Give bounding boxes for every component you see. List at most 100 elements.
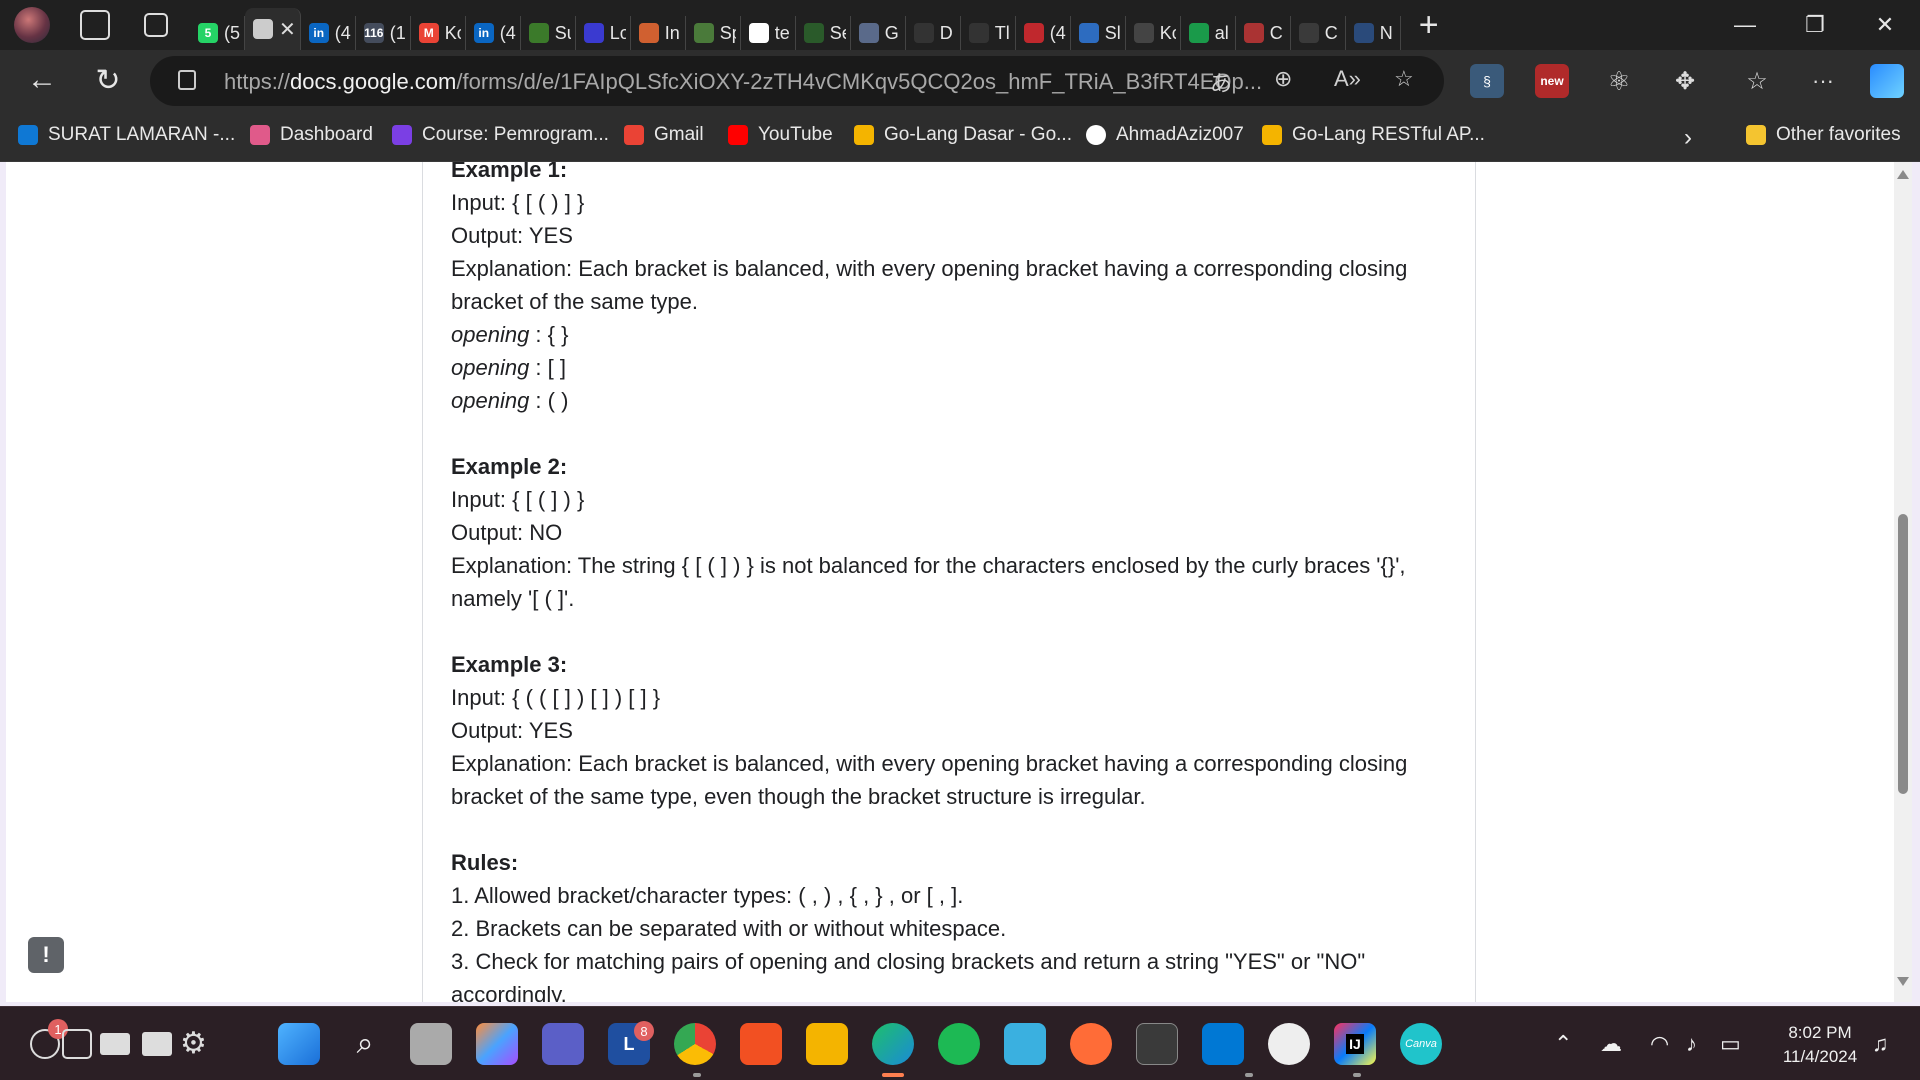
browser-tab[interactable]: N <box>1346 16 1401 50</box>
camera-icon[interactable] <box>62 1029 92 1059</box>
browser-tab[interactable]: al <box>1181 16 1236 50</box>
browser-tab[interactable]: Tl <box>961 16 1016 50</box>
restore-button[interactable]: ❐ <box>1780 0 1850 50</box>
file-explorer-icon[interactable] <box>806 1023 848 1065</box>
read-aloud-icon[interactable]: A» <box>1334 66 1361 92</box>
browser-tab[interactable]: Sl <box>1071 16 1126 50</box>
address-bar[interactable]: https://docs.google.com/forms/d/e/1FAIpQ… <box>150 56 1444 106</box>
extension-new-icon[interactable]: new <box>1535 64 1569 98</box>
favorite-dashboard[interactable]: Dashboard <box>250 124 373 146</box>
tray-overflow-chevron-icon[interactable]: ⌃ <box>1554 1031 1572 1057</box>
tab-favicon-icon <box>913 23 934 43</box>
tab-title: Se <box>829 22 846 43</box>
favorite-go-lang-dasar[interactable]: Go-Lang Dasar - Go... <box>854 124 1072 146</box>
browser-tab[interactable]: ✕ <box>245 8 301 50</box>
close-tab-icon[interactable]: ✕ <box>279 17 296 42</box>
favorite-surat-lamaran[interactable]: SURAT LAMARAN -... <box>18 124 235 146</box>
browser-tab[interactable]: Sp <box>686 16 741 50</box>
intellij-icon[interactable]: IJ <box>1334 1023 1376 1065</box>
edge-icon[interactable] <box>872 1023 914 1065</box>
browser-tab[interactable]: 5 (5 <box>190 16 245 50</box>
new-tab-button[interactable]: + <box>1419 6 1439 45</box>
favorite-other-favorites[interactable]: Other favorites <box>1746 124 1901 146</box>
tab-favicon-icon <box>583 23 604 43</box>
spotify-icon[interactable] <box>938 1023 980 1065</box>
extension-icon-1[interactable]: § <box>1470 64 1504 98</box>
browser-tab[interactable]: C <box>1236 16 1291 50</box>
copilot-icon[interactable] <box>1870 64 1904 98</box>
page-scrollbar[interactable] <box>1894 162 1912 1002</box>
task-view-icon[interactable] <box>410 1023 452 1065</box>
close-window-button[interactable]: ✕ <box>1850 0 1920 50</box>
vscode-icon[interactable] <box>1202 1023 1244 1065</box>
browser-tab[interactable]: Se <box>796 16 851 50</box>
browser-tab[interactable]: C <box>1291 16 1346 50</box>
vertical-tabs-icon[interactable] <box>144 13 168 37</box>
scrollbar-thumb[interactable] <box>1898 514 1908 794</box>
react-devtools-icon[interactable]: ⚛ <box>1602 64 1636 98</box>
translate-icon[interactable]: あ <box>1210 66 1232 98</box>
url-text[interactable]: https://docs.google.com/forms/d/e/1FAIpQ… <box>224 69 1262 95</box>
workspaces-icon[interactable] <box>80 10 110 40</box>
minimize-button[interactable]: — <box>1710 0 1780 50</box>
browser-tab[interactable]: G <box>851 16 906 50</box>
microsoft-store-icon[interactable] <box>740 1023 782 1065</box>
browser-tab[interactable]: Su <box>521 16 576 50</box>
teams-icon[interactable] <box>542 1023 584 1065</box>
example-1-explanation-line-2: bracket of the same type. <box>451 289 699 314</box>
screen-capture-icon[interactable] <box>142 1032 172 1056</box>
start-windows-icon[interactable] <box>278 1023 320 1065</box>
settings-gear-icon[interactable]: ⚙ <box>180 1029 210 1059</box>
favorite-gmail[interactable]: Gmail <box>624 124 704 146</box>
extensions-puzzle-icon[interactable]: ✥ <box>1668 64 1702 98</box>
tab-title: Ko <box>444 22 461 43</box>
browser-tab[interactable]: in (4 <box>301 16 356 50</box>
onedrive-tray-icon[interactable]: ☁ <box>1600 1031 1622 1057</box>
browser-tab[interactable]: in (4 <box>466 16 521 50</box>
refresh-button[interactable]: ↻ <box>88 60 128 100</box>
browser-tab[interactable]: MKo <box>411 16 466 50</box>
battery-icon[interactable]: ▭ <box>1720 1031 1741 1057</box>
browser-tab[interactable]: Lo <box>576 16 631 50</box>
terminal-icon[interactable] <box>1136 1023 1178 1065</box>
obs-icon[interactable] <box>1268 1023 1310 1065</box>
wifi-icon[interactable]: ◠ <box>1650 1031 1669 1057</box>
zoom-icon[interactable]: ⊕ <box>1274 66 1292 92</box>
more-menu-icon[interactable]: ··· <box>1806 64 1840 98</box>
active-app-indicator <box>882 1073 904 1077</box>
scroll-down-arrow-icon[interactable] <box>1897 977 1909 986</box>
system-clock[interactable]: 8:02 PM 11/4/2024 <box>1770 1021 1870 1069</box>
favorite-go-lang-restful[interactable]: Go-Lang RESTful AP... <box>1262 124 1485 146</box>
browser-tab[interactable]: te <box>741 16 796 50</box>
tab-title: C <box>1324 22 1338 43</box>
back-button[interactable]: ← <box>22 60 62 100</box>
running-indicator <box>1245 1073 1253 1077</box>
video-icon[interactable] <box>100 1033 130 1055</box>
course-icon <box>392 125 412 145</box>
copilot-taskbar-icon[interactable] <box>476 1023 518 1065</box>
notepad-icon[interactable] <box>1004 1023 1046 1065</box>
browser-tab[interactable]: In <box>631 16 686 50</box>
favorite-youtube[interactable]: YouTube <box>728 124 833 146</box>
scroll-up-arrow-icon[interactable] <box>1897 170 1909 179</box>
app-badge: 8 <box>634 1021 654 1041</box>
favorites-list-icon[interactable]: ☆ <box>1740 64 1774 98</box>
favorite-github-ahmadaziz[interactable]: AhmadAziz007 <box>1086 124 1244 146</box>
feedback-icon[interactable]: ! <box>28 937 64 973</box>
browser-tab[interactable]: (4 <box>1016 16 1071 50</box>
search-icon[interactable]: ⌕ <box>344 1023 386 1065</box>
chrome-icon[interactable] <box>674 1023 716 1065</box>
browser-tab[interactable]: D <box>906 16 961 50</box>
volume-icon[interactable]: ♪ <box>1686 1031 1697 1057</box>
lock-icon[interactable] <box>178 70 196 90</box>
browser-tab[interactable]: Kc <box>1126 16 1181 50</box>
favorite-course[interactable]: Course: Pemrogram... <box>392 124 609 146</box>
favorites-overflow-chevron-icon[interactable]: › <box>1684 124 1692 152</box>
notification-bell-icon[interactable]: ♫ <box>1872 1031 1889 1057</box>
canva-icon[interactable]: Canva <box>1400 1023 1442 1065</box>
postman-icon[interactable] <box>1070 1023 1112 1065</box>
browser-tab[interactable]: 116 (1 <box>356 16 411 50</box>
profile-avatar[interactable] <box>14 7 50 43</box>
example-1-opening-square: opening : [ ] <box>451 355 566 380</box>
favorite-star-icon[interactable]: ☆ <box>1394 66 1414 92</box>
